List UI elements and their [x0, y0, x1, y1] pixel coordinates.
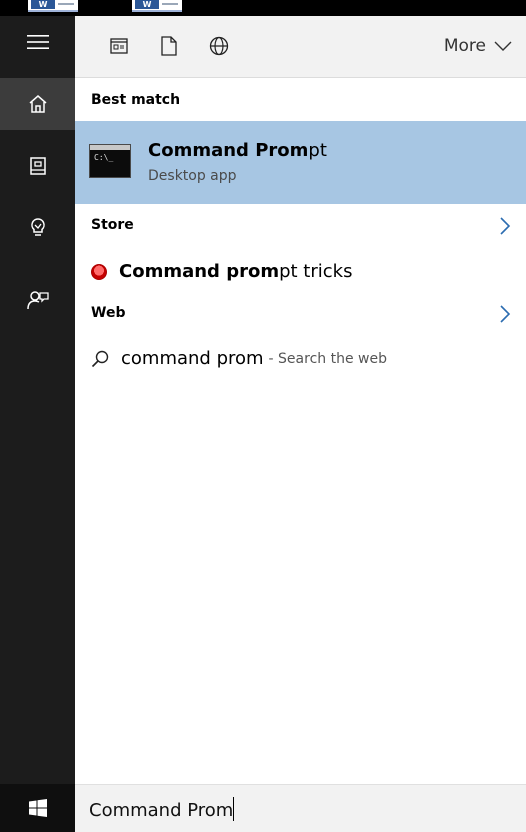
- apps-icon: [110, 38, 128, 54]
- more-dropdown[interactable]: More: [444, 36, 512, 56]
- hamburger-icon: [26, 35, 49, 49]
- chevron-down-icon: [494, 41, 512, 51]
- home-icon: [29, 95, 46, 113]
- start-button[interactable]: [0, 784, 75, 832]
- notebook-button[interactable]: [0, 140, 75, 192]
- best-match-heading: Best match: [91, 92, 181, 108]
- word-logo-icon: W: [135, 0, 159, 9]
- word-logo-icon: W: [31, 0, 55, 9]
- search-icon: [91, 350, 109, 367]
- documents-icon: [161, 36, 177, 56]
- feedback-button[interactable]: [0, 274, 75, 326]
- left-rail: [0, 16, 75, 832]
- web-filter-button[interactable]: [207, 34, 231, 58]
- best-match-item[interactable]: C:\_ Command Prompt Desktop app: [75, 121, 526, 204]
- lightbulb-icon: [30, 218, 45, 236]
- reminders-button[interactable]: [0, 202, 75, 254]
- web-heading: Web: [91, 305, 126, 321]
- search-results: Best match C:\_ Command Prompt Desktop a…: [75, 78, 526, 784]
- taskbar-word-thumbnail-2[interactable]: W: [132, 0, 182, 12]
- store-app-icon: [91, 263, 107, 280]
- documents-filter-button[interactable]: [157, 34, 181, 58]
- notebook-icon: [29, 157, 46, 175]
- web-globe-icon: [209, 36, 229, 56]
- best-match-subtitle: Desktop app: [148, 168, 237, 184]
- apps-filter-button[interactable]: [107, 34, 131, 58]
- feedback-icon: [26, 291, 49, 310]
- best-match-title: Command Prompt: [148, 140, 327, 161]
- web-result-item[interactable]: command prom - Search the web: [91, 348, 387, 369]
- search-box[interactable]: [75, 784, 526, 832]
- search-input[interactable]: [89, 795, 509, 825]
- more-label: More: [443, 36, 486, 56]
- windows-start-icon: [28, 799, 47, 817]
- web-chevron-right-icon[interactable]: [498, 304, 512, 324]
- thumbnail-bar: [162, 3, 178, 5]
- text-caret: [233, 797, 234, 821]
- filter-header: More: [75, 16, 526, 78]
- store-result-item[interactable]: Command prom pt tricks: [91, 261, 352, 282]
- store-heading: Store: [91, 217, 134, 233]
- menu-button[interactable]: [0, 16, 75, 68]
- home-button[interactable]: [0, 78, 75, 130]
- thumbnail-bar: [58, 3, 74, 5]
- taskbar-strip: W W: [0, 0, 526, 16]
- taskbar-word-thumbnail[interactable]: W: [28, 0, 78, 12]
- store-chevron-right-icon[interactable]: [498, 216, 512, 236]
- command-prompt-icon: C:\_: [89, 144, 131, 178]
